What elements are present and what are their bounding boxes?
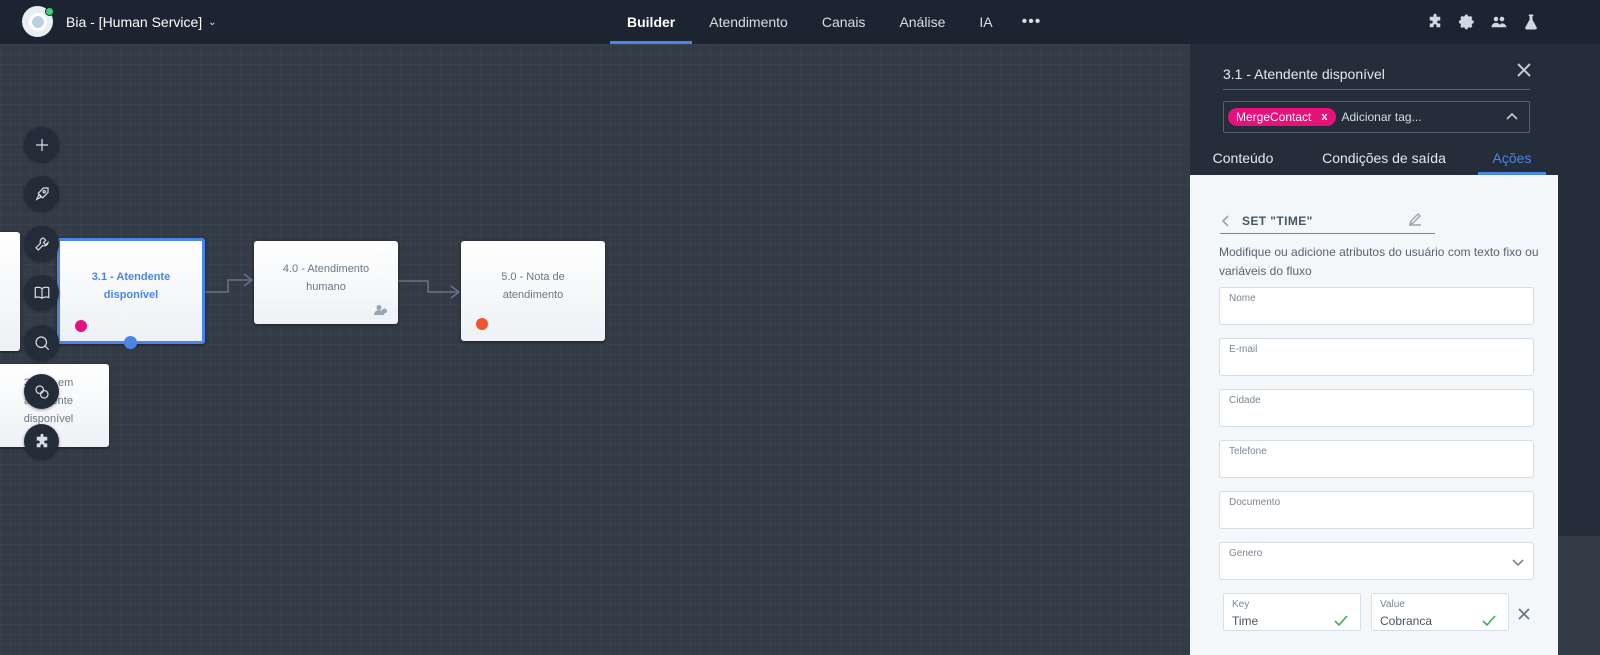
edit-button[interactable]: [1408, 212, 1422, 231]
field-label: E-mail: [1229, 344, 1258, 355]
field-label: Nome: [1229, 293, 1256, 304]
panel-title: 3.1 - Atendente disponível: [1223, 66, 1385, 82]
pencil-icon: [1408, 213, 1421, 226]
node-status-dot: [75, 320, 87, 332]
cidade-field[interactable]: Cidade: [1219, 389, 1534, 427]
value-label: Value: [1380, 599, 1405, 610]
remove-tag-button[interactable]: x: [1321, 111, 1327, 123]
rocket-icon: [34, 186, 49, 201]
genero-select[interactable]: Genero: [1219, 542, 1534, 580]
chevron-left-icon[interactable]: [1220, 214, 1232, 227]
flow-canvas[interactable]: 3.1 - Atendente disponível 4.0 - Atendim…: [0, 44, 1190, 655]
sync-icon: [34, 384, 49, 399]
telefone-field[interactable]: Telefone: [1219, 440, 1534, 478]
sync-button[interactable]: [24, 374, 59, 409]
human-agent-icon: [374, 305, 387, 315]
main-nav: Builder Atendimento Canais Análise IA ••…: [610, 0, 1053, 44]
node-panel-header: 3.1 - Atendente disponível MergeContact …: [1190, 44, 1558, 175]
documento-field[interactable]: Documento: [1219, 491, 1534, 529]
flow-node-5-0[interactable]: 5.0 - Nota de atendimento: [461, 241, 605, 341]
nome-field[interactable]: Nome: [1219, 287, 1534, 325]
connector-lines: [0, 273, 461, 299]
divider: [1223, 89, 1530, 90]
chevron-down-icon: [1511, 555, 1525, 574]
tab-conteudo[interactable]: Conteúdo: [1190, 140, 1296, 175]
tag-chip: MergeContact x: [1228, 108, 1336, 126]
panel-tabs: Conteúdo Condições de saída Ações: [1190, 140, 1558, 175]
check-icon: [1334, 614, 1348, 632]
flow-node-4-0[interactable]: 4.0 - Atendimento humano: [254, 241, 398, 324]
check-icon: [1482, 614, 1496, 632]
action-header: SET "TIME": [1220, 210, 1435, 234]
team-icon[interactable]: [1490, 13, 1508, 31]
key-value: Time: [1232, 614, 1259, 628]
close-icon: [1517, 63, 1531, 77]
gear-icon[interactable]: [1458, 13, 1476, 31]
tab-acoes[interactable]: Ações: [1478, 140, 1546, 175]
key-label: Key: [1232, 599, 1250, 610]
action-title: SET "TIME": [1242, 213, 1313, 228]
node-panel-body: SET "TIME" Modifique ou adicione atribut…: [1190, 175, 1558, 655]
extensions-button[interactable]: [24, 424, 59, 459]
close-icon: [1518, 608, 1530, 620]
field-label: Genero: [1229, 548, 1263, 559]
field-label: Cidade: [1229, 395, 1261, 406]
node-label: 5.0 - Nota de atendimento: [501, 271, 565, 301]
nav-ia[interactable]: IA: [962, 0, 1009, 44]
bot-selector[interactable]: Bia - [Human Service] ⌄: [66, 0, 217, 44]
node-status-dot: [476, 318, 488, 330]
nav-builder[interactable]: Builder: [610, 0, 693, 44]
action-description: Modifique ou adicione atributos do usuár…: [1219, 245, 1539, 278]
node-output-handle[interactable]: [124, 336, 137, 349]
tab-condicoes-saida[interactable]: Condições de saída: [1296, 140, 1472, 175]
search-icon: [34, 335, 49, 350]
nav-atendimento[interactable]: Atendimento: [692, 0, 805, 44]
add-node-button[interactable]: [24, 127, 59, 162]
email-field[interactable]: E-mail: [1219, 338, 1534, 376]
field-label: Telefone: [1229, 446, 1267, 457]
bot-avatar[interactable]: [22, 6, 54, 37]
bot-avatar-inner: [28, 12, 47, 31]
node-label: 3.1 - Atendente disponível: [91, 271, 171, 301]
panel-scroll-track: [1558, 44, 1600, 536]
bot-name: Bia - [Human Service]: [66, 14, 203, 30]
settings-tool-button[interactable]: [24, 226, 59, 261]
flow-node-partial[interactable]: [0, 232, 20, 351]
top-bar: Bia - [Human Service] ⌄ Builder Atendime…: [0, 0, 1600, 44]
nav-analise[interactable]: Análise: [882, 0, 962, 44]
chevron-down-icon: ⌄: [208, 16, 217, 28]
puzzle-icon[interactable]: [1426, 13, 1444, 31]
tag-input[interactable]: Adicionar tag...: [1342, 110, 1422, 124]
tag-label: MergeContact: [1236, 110, 1312, 124]
online-status-dot: [45, 7, 54, 16]
launch-button[interactable]: [24, 176, 59, 211]
close-panel-button[interactable]: [1516, 62, 1534, 80]
chevron-up-icon[interactable]: [1505, 110, 1519, 129]
value-field[interactable]: Value Cobranca: [1371, 593, 1509, 631]
book-icon: [34, 286, 49, 299]
tag-input-box[interactable]: MergeContact x Adicionar tag...: [1223, 101, 1530, 133]
remove-attribute-button[interactable]: [1517, 607, 1531, 626]
value-value: Cobranca: [1380, 614, 1433, 628]
more-menu-icon[interactable]: •••: [1010, 0, 1054, 44]
puzzle-icon: [36, 433, 47, 447]
search-button[interactable]: [24, 325, 59, 360]
nav-canais[interactable]: Canais: [805, 0, 883, 44]
wrench-icon: [34, 236, 49, 251]
library-button[interactable]: [24, 275, 59, 310]
node-label: 4.0 - Atendimento humano: [282, 262, 370, 293]
top-icons: [1426, 0, 1540, 44]
flow-node-3-1[interactable]: 3.1 - Atendente disponível: [57, 238, 205, 344]
flask-icon[interactable]: [1522, 13, 1540, 31]
canvas-edge: [1558, 536, 1600, 655]
field-label: Documento: [1229, 497, 1281, 508]
plus-icon: [35, 138, 48, 151]
key-field[interactable]: Key Time: [1223, 593, 1361, 631]
